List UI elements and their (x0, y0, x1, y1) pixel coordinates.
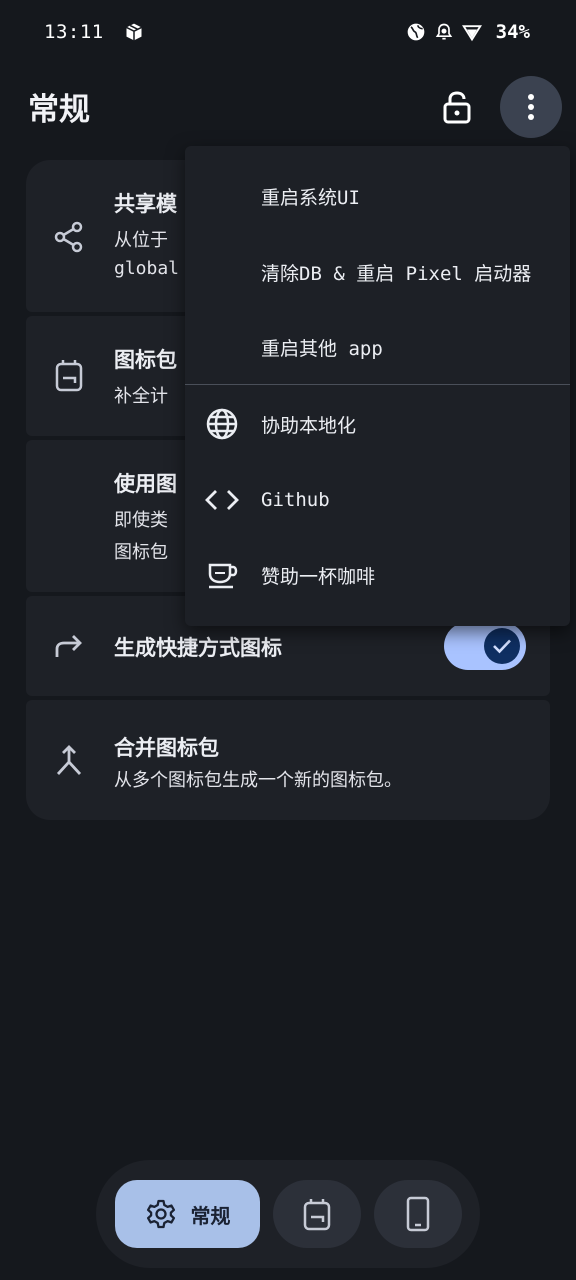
more-vert-icon (528, 94, 534, 120)
card-title: 共享模 (114, 192, 177, 216)
card-subtitle: 从多个图标包生成一个新的图标包。 (114, 770, 402, 791)
icon-pack-icon (303, 1199, 331, 1231)
card-subtitle: 补全计 (114, 386, 168, 407)
toggle-knob (484, 628, 520, 664)
code-icon (205, 483, 239, 517)
app-bar: 常规 (0, 76, 576, 138)
menu-item-label: 协助本地化 (261, 414, 357, 437)
nav-item-label: 常规 (190, 1203, 231, 1228)
menu-divider (185, 384, 570, 385)
menu-item-clear-db-restart-launcher[interactable]: 清除DB & 重启 Pixel 启动器 (185, 234, 570, 310)
menu-item-label: 赞助一杯咖啡 (261, 565, 376, 588)
menu-item-label: Github (261, 489, 330, 511)
share-icon (52, 220, 86, 254)
card-title: 使用图 (114, 472, 177, 496)
vpn-globe-icon (406, 22, 426, 42)
menu-item-sponsor-coffee[interactable]: 赞助一杯咖啡 (185, 537, 570, 613)
merge-icon (52, 744, 86, 778)
nav-item-device[interactable] (374, 1180, 462, 1248)
page-title: 常规 (28, 92, 90, 128)
battery-level: 34% (495, 21, 530, 43)
card-subtitle: 从位于 (114, 230, 168, 251)
menu-item-label: 清除DB & 重启 Pixel 启动器 (261, 262, 532, 285)
notification-bell-icon (434, 22, 454, 42)
card-title: 图标包 (114, 348, 177, 372)
icon-pack-icon (52, 358, 86, 392)
more-options-button[interactable] (500, 76, 562, 138)
settings-card-merge-icon-packs[interactable]: 合并图标包 从多个图标包生成一个新的图标包。 (26, 700, 550, 820)
phone-icon (406, 1196, 430, 1232)
shortcut-icons-toggle[interactable] (444, 622, 526, 670)
status-bar: 13:11 34% (0, 0, 576, 64)
unlock-button[interactable] (438, 88, 476, 126)
menu-item-restart-system-ui[interactable]: 重启系统UI (185, 158, 570, 234)
card-title: 生成快捷方式图标 (114, 636, 282, 660)
globe-icon (205, 407, 239, 441)
card-subtitle: 即使类 (114, 510, 168, 531)
menu-item-restart-other-app[interactable]: 重启其他 app (185, 309, 570, 385)
bottom-navigation: 常规 (96, 1160, 480, 1268)
coffee-cup-icon (205, 558, 239, 592)
wifi-icon (461, 22, 482, 42)
check-icon (493, 639, 511, 654)
overflow-menu: 重启系统UI 清除DB & 重启 Pixel 启动器 重启其他 app 协助本地… (185, 146, 570, 626)
menu-item-label: 重启系统UI (261, 186, 360, 209)
unlock-icon (443, 91, 471, 124)
card-subtitle: 图标包 (114, 542, 168, 563)
package-icon (124, 22, 144, 42)
menu-item-label: 重启其他 app (261, 337, 383, 360)
menu-item-help-localize[interactable]: 协助本地化 (185, 386, 570, 462)
nav-item-icon-packs[interactable] (273, 1180, 361, 1248)
card-subtitle: global (114, 258, 180, 279)
gear-icon (146, 1199, 175, 1229)
forward-arrow-icon (52, 630, 86, 664)
nav-item-general[interactable]: 常规 (115, 1180, 260, 1248)
menu-item-github[interactable]: Github (185, 462, 570, 538)
status-time: 13:11 (44, 21, 104, 43)
card-title: 合并图标包 (114, 736, 219, 760)
